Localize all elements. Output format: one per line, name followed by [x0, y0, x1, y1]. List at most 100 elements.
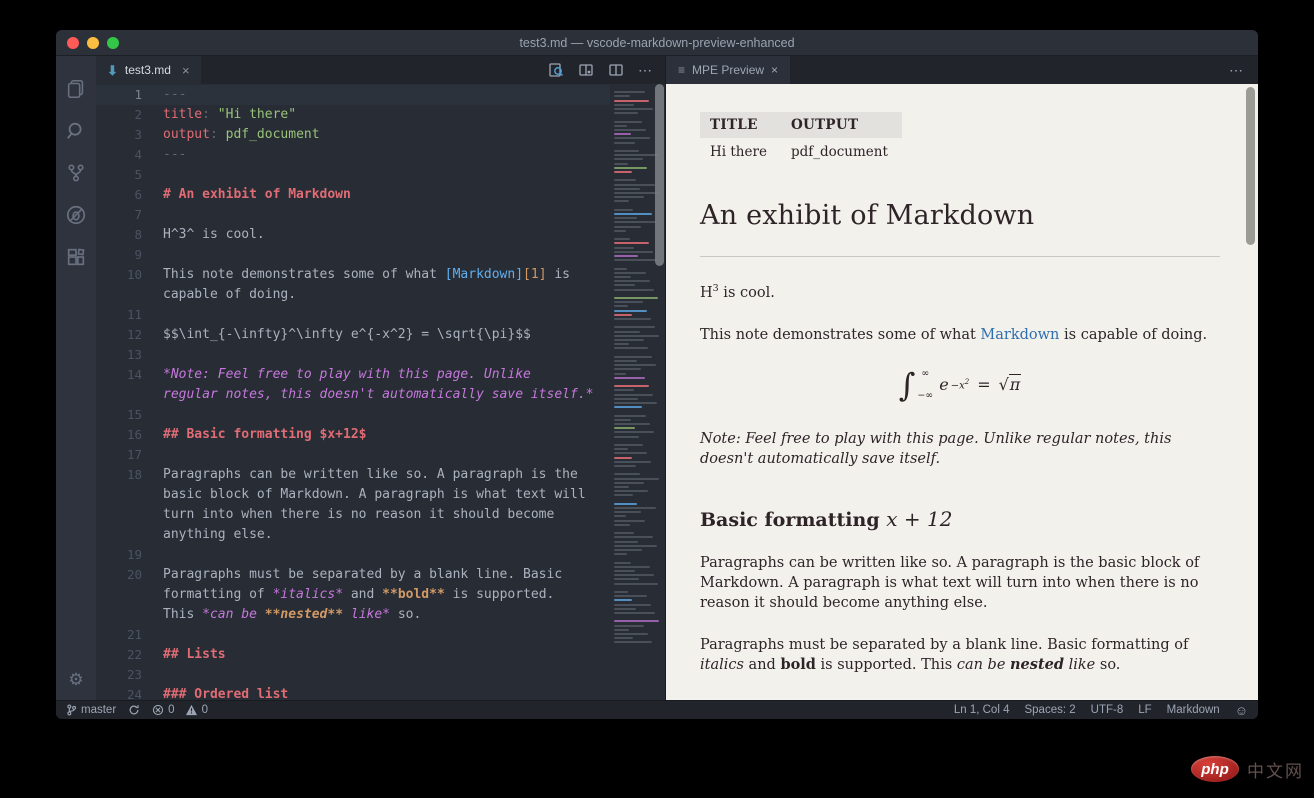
preview-document: TITLEOUTPUTHi therepdf_documentAn exhibi…	[700, 112, 1220, 675]
code-token: **bold**	[382, 587, 445, 602]
minimap-line	[614, 318, 651, 320]
code-row[interactable]: 23	[96, 665, 610, 685]
code-token: "Hi there"	[218, 107, 296, 122]
code-row[interactable]: anything else.	[96, 525, 610, 545]
code-row[interactable]: 3output: pdf_document	[96, 125, 610, 145]
preview-scrollbar[interactable]	[1246, 87, 1255, 245]
code-row[interactable]: 5	[96, 165, 610, 185]
indentation[interactable]: Spaces: 2	[1024, 704, 1075, 716]
minimap-line	[614, 108, 653, 110]
code-line-text: anything else.	[142, 525, 273, 545]
code-line-text: This note demonstrates some of what [Mar…	[142, 265, 570, 285]
cursor-position[interactable]: Ln 1, Col 4	[954, 704, 1010, 716]
code-row[interactable]: 17	[96, 445, 610, 465]
code-line-text: ## Basic formatting $x+12$	[142, 425, 367, 445]
code-row[interactable]: 7	[96, 205, 610, 225]
git-branch-icon	[66, 704, 77, 716]
code-row[interactable]: 15	[96, 405, 610, 425]
line-number: 2	[96, 105, 142, 125]
preview-tab-close-icon[interactable]: ×	[771, 63, 778, 77]
minimap-line	[614, 532, 634, 534]
git-branch-status[interactable]: master	[66, 704, 116, 716]
minimap-line	[614, 129, 646, 131]
code-row[interactable]: 19	[96, 545, 610, 565]
minimap-line	[614, 255, 638, 257]
zoom-window-button[interactable]	[107, 37, 119, 49]
open-preview-icon[interactable]	[548, 62, 564, 78]
code-token: ## Lists	[163, 647, 226, 662]
minimap-line	[614, 310, 647, 312]
code-row[interactable]: 6# An exhibit of Markdown	[96, 185, 610, 205]
code-token: capable of doing.	[163, 287, 296, 302]
code-row[interactable]: formatting of *italics* and **bold** is …	[96, 585, 610, 605]
extensions-icon[interactable]	[56, 236, 96, 278]
title-bar[interactable]: test3.md — vscode-markdown-preview-enhan…	[56, 30, 1258, 56]
editor-group: ⬇ test3.md ×	[96, 56, 666, 700]
preview-more-actions-icon[interactable]: ⋯	[1229, 56, 1258, 84]
line-number: 3	[96, 125, 142, 145]
code-row[interactable]: 4---	[96, 145, 610, 165]
debug-icon[interactable]	[56, 194, 96, 236]
feedback-smiley-icon[interactable]: ☺	[1235, 703, 1248, 718]
code-row[interactable]: 10This note demonstrates some of what [M…	[96, 265, 610, 285]
code-row[interactable]: 18Paragraphs can be written like so. A p…	[96, 465, 610, 485]
problems-status[interactable]: 0 0	[152, 704, 208, 716]
code-row[interactable]: 16## Basic formatting $x+12$	[96, 425, 610, 445]
code-row[interactable]: 8H^3^ is cool.	[96, 225, 610, 245]
minimap-line	[614, 427, 635, 429]
minimize-window-button[interactable]	[87, 37, 99, 49]
line-number: 14	[96, 365, 142, 385]
code-row[interactable]: 11	[96, 305, 610, 325]
tab-close-icon[interactable]: ×	[182, 63, 190, 78]
minimap-line	[614, 608, 636, 610]
code-row[interactable]: 20Paragraphs must be separated by a blan…	[96, 565, 610, 585]
code-row[interactable]: 12$$\int_{-\infty}^\infty e^{-x^2} = \sq…	[96, 325, 610, 345]
minimap-line	[614, 226, 641, 228]
code-row[interactable]: capable of doing.	[96, 285, 610, 305]
code-row[interactable]: This *can be **nested** like* so.	[96, 605, 610, 625]
code-editor[interactable]: 1---2title: "Hi there"3output: pdf_docum…	[96, 84, 610, 700]
minimap-line	[614, 536, 653, 538]
split-editor-icon[interactable]	[608, 62, 624, 78]
code-line-text: ### Ordered list	[142, 685, 288, 700]
code-token: *Note: Feel free to play with this page.…	[163, 367, 531, 382]
open-preview-side-icon[interactable]	[578, 62, 594, 78]
line-number	[96, 585, 142, 605]
tab-mpe-preview[interactable]: ≡ MPE Preview ×	[666, 56, 790, 84]
more-actions-icon[interactable]: ⋯	[638, 62, 653, 79]
explorer-icon[interactable]	[56, 68, 96, 110]
code-row[interactable]: 13	[96, 345, 610, 365]
minimap-line	[614, 242, 649, 244]
minimap-line	[614, 633, 648, 635]
code-row[interactable]: 24### Ordered list	[96, 685, 610, 700]
minimap-line	[614, 221, 656, 223]
code-row[interactable]: turn into when there is no reason it sho…	[96, 505, 610, 525]
code-row[interactable]: regular notes, this doesn't automaticall…	[96, 385, 610, 405]
markdown-file-icon: ⬇	[107, 64, 118, 77]
minimap-line	[614, 158, 643, 160]
code-row[interactable]: 14 *Note: Feel free to play with this pag…	[96, 365, 610, 385]
markdown-link[interactable]: Markdown	[980, 327, 1059, 343]
exponent: −x2	[951, 378, 970, 391]
code-row[interactable]: 21	[96, 625, 610, 645]
code-row[interactable]: 9	[96, 245, 610, 265]
minimap-line	[614, 385, 649, 387]
encoding[interactable]: UTF-8	[1091, 704, 1124, 716]
code-row[interactable]: basic block of Markdown. A paragraph is …	[96, 485, 610, 505]
code-row[interactable]: 2title: "Hi there"	[96, 105, 610, 125]
minimap-line	[614, 553, 627, 555]
eol-sequence[interactable]: LF	[1138, 704, 1151, 716]
sync-status[interactable]	[128, 704, 140, 716]
code-token: basic block of Markdown. A paragraph is …	[163, 487, 586, 502]
search-icon[interactable]	[56, 110, 96, 152]
editor-scrollbar[interactable]	[655, 84, 664, 266]
close-window-button[interactable]	[67, 37, 79, 49]
language-mode[interactable]: Markdown	[1167, 704, 1220, 716]
code-row[interactable]: 1---	[96, 85, 610, 105]
line-number: 19	[96, 545, 142, 565]
tab-test3-md[interactable]: ⬇ test3.md ×	[96, 56, 201, 84]
code-row[interactable]: 22## Lists	[96, 645, 610, 665]
settings-gear-icon[interactable]: ⚙	[68, 660, 83, 700]
minimap-line	[614, 423, 650, 425]
source-control-icon[interactable]	[56, 152, 96, 194]
